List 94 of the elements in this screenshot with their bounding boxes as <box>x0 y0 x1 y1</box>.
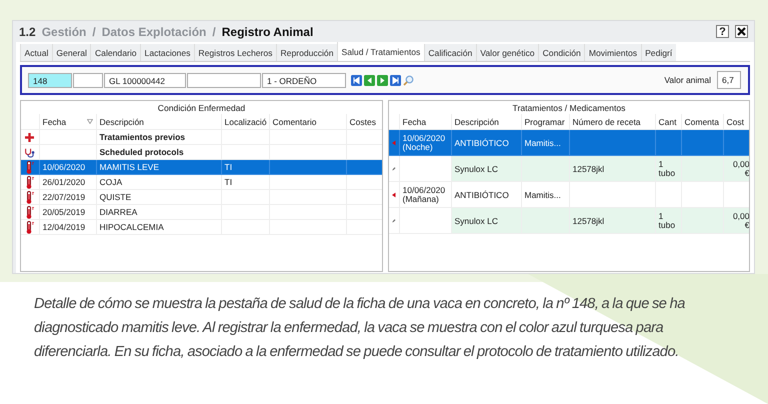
section-number: 1.2 <box>19 24 36 38</box>
date-cell-text: 10/06/2020 (Noche) <box>402 134 446 152</box>
value-field[interactable]: 6,7 <box>717 71 741 89</box>
cost-cell-text: 0,00 € <box>732 212 749 230</box>
cost-cell-text: 0,00 € <box>732 160 749 178</box>
thermometer-icon <box>24 160 35 174</box>
description-cell: DIARREA <box>100 207 138 217</box>
description-cell: ANTIBIÓTICO <box>454 138 509 148</box>
description-cell: Synulox LC <box>454 216 498 226</box>
stethoscope-icon <box>24 146 36 158</box>
table-row[interactable]: 26/01/2020 COJA TI <box>21 174 382 190</box>
thermometer-icon <box>24 190 35 204</box>
arrow-icon <box>392 190 396 198</box>
tab[interactable]: Reproducción <box>276 44 337 61</box>
tab[interactable]: General <box>52 44 90 61</box>
text-field[interactable] <box>187 72 261 88</box>
arrow-icon <box>392 138 396 146</box>
tab[interactable]: Condición <box>538 44 584 61</box>
column-header[interactable]: Comentario <box>272 116 316 126</box>
location-cell: TI <box>224 162 232 172</box>
table-row[interactable]: Tratamientos previos <box>21 130 382 144</box>
plus-icon <box>25 132 34 142</box>
first-page-button[interactable] <box>351 74 362 86</box>
close-icon <box>737 27 746 36</box>
date-cell: 26/01/2020 <box>42 177 86 187</box>
column-header[interactable]: Localizació <box>224 116 267 126</box>
table-row[interactable]: 22/07/2019 QUISTE <box>21 190 382 204</box>
tab[interactable]: Calificación <box>424 44 476 61</box>
description-cell: ANTIBIÓTICO <box>454 190 509 200</box>
text-field[interactable]: 1 - ORDEÑO <box>262 72 346 88</box>
group-label: Scheduled protocols <box>100 147 184 157</box>
group-label: Tratamientos previos <box>100 132 186 142</box>
date-cell: 12/04/2019 <box>42 222 86 232</box>
panel-title: Condición Enfermedad <box>158 103 246 113</box>
table-row[interactable]: 10/06/2020 MAMITIS LEVE TI <box>21 160 382 174</box>
description-cell: Synulox LC <box>454 164 498 174</box>
description-cell: QUISTE <box>100 192 132 202</box>
column-header[interactable]: Fecha <box>402 116 426 126</box>
tab[interactable]: Registros Lecheros <box>194 44 276 61</box>
tab[interactable]: Pedigrí <box>640 44 676 61</box>
sort-icon <box>86 119 92 124</box>
column-header[interactable]: Fecha <box>42 116 66 126</box>
pencil-icon <box>392 218 396 224</box>
search-icon[interactable] <box>403 74 414 86</box>
last-page-button[interactable] <box>390 74 401 86</box>
column-header[interactable]: Programar <box>524 116 565 126</box>
tab[interactable]: Movimientos <box>584 44 641 61</box>
table-row[interactable]: 20/05/2019 DIARREA <box>21 204 382 220</box>
quantity-cell-text: 1 tubo <box>658 160 676 178</box>
description-cell: HIPOCALCEMIA <box>100 222 164 232</box>
column-header[interactable]: Cost <box>726 116 744 126</box>
tab[interactable]: Lactaciones <box>140 44 194 61</box>
window-title: Registro Animal <box>222 24 314 38</box>
previous-button[interactable] <box>364 74 375 86</box>
column-header[interactable]: Cant <box>658 116 676 126</box>
next-button[interactable] <box>377 74 388 86</box>
thermometer-icon <box>24 206 35 218</box>
column-header[interactable]: Descripción <box>454 116 499 126</box>
tab[interactable]: Valor genético <box>476 44 538 61</box>
tab[interactable]: Calendario <box>90 44 140 61</box>
prescription-cell: 12578jkl <box>572 216 604 226</box>
table-row[interactable]: Synulox LC 12578jkl 1 tubo 0,00 € <box>389 156 749 182</box>
field-label: Valor animal <box>664 75 711 85</box>
breadcrumb-separator: / <box>212 24 216 38</box>
text-field[interactable]: 148 <box>28 72 72 88</box>
column-header[interactable]: Comenta <box>684 116 719 126</box>
program-cell: Mamitis... <box>524 190 561 200</box>
text-field[interactable]: GL 100000442 <box>104 72 186 88</box>
breadcrumb-separator: / <box>92 24 96 38</box>
tab[interactable]: Actual <box>20 44 52 61</box>
description-cell: MAMITIS LEVE <box>100 162 160 172</box>
prescription-cell: 12578jkl <box>572 164 604 174</box>
help-button[interactable]: ? <box>716 25 729 38</box>
quantity-cell-text: 1 tubo <box>658 212 676 230</box>
description-cell: COJA <box>100 177 122 187</box>
table-row[interactable]: Synulox LC 12578jkl 1 tubo 0,00 € <box>389 208 749 234</box>
location-cell: TI <box>224 177 232 187</box>
date-cell: 20/05/2019 <box>42 207 86 217</box>
caption-text: Detalle de cómo se muestra la pestaña de salud de la ficha de una vaca en concreto, la nº 148, a la que se ha diagnosticado mamitis leve. Al registrar la enfermedad, la vaca se muestra con el color azul turquesa para diferenciarla. En su ficha, asociado a la enfermedad se puede consultar el protocolo de tratamiento utilizado. <box>34 295 686 362</box>
column-header[interactable]: Número de receta <box>572 116 641 126</box>
close-button[interactable] <box>735 25 748 38</box>
pencil-icon <box>392 166 396 172</box>
thermometer-icon <box>24 176 35 188</box>
date-cell: 22/07/2019 <box>42 192 86 202</box>
date-cell-text: 10/06/2020 (Mañana) <box>402 186 446 204</box>
column-header[interactable]: Descripción <box>100 116 144 126</box>
program-cell: Mamitis... <box>524 138 561 148</box>
table-row[interactable]: 10/06/2020 (Noche) ANTIBIÓTICO Mamitis... <box>389 130 749 156</box>
text-field[interactable] <box>73 72 103 88</box>
date-cell: 10/06/2020 <box>42 162 86 172</box>
panel-title: Tratamientos / Medicamentos <box>512 103 626 113</box>
column-header[interactable]: Costes <box>350 116 376 126</box>
thermometer-icon <box>24 220 35 234</box>
table-row[interactable]: 12/04/2019 HIPOCALCEMIA <box>21 220 382 234</box>
